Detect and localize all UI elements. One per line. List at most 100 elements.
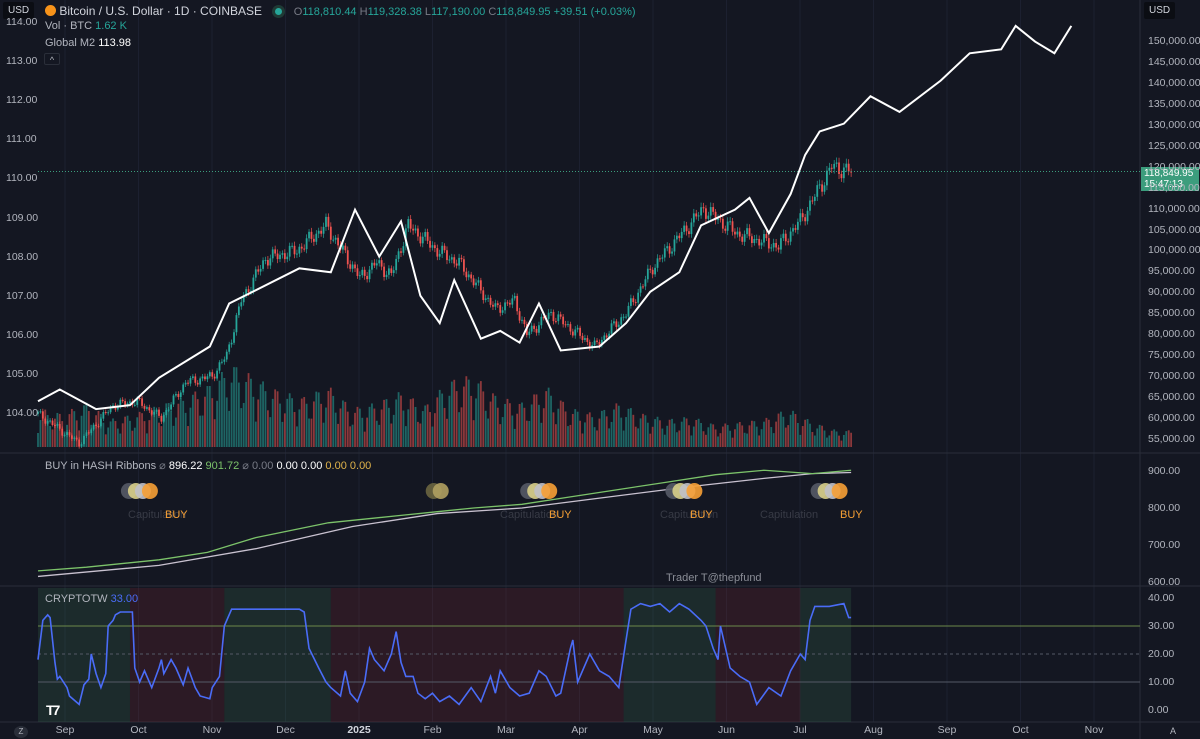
candle-body [146,407,148,409]
m2-value: 113.98 [98,37,132,49]
candle-body [538,325,540,333]
timezone-icon[interactable]: Z [14,726,28,738]
volume-bar [271,398,274,447]
volume-bar [714,429,717,447]
candle-body [264,260,267,262]
candle-body [431,245,434,248]
volume-bar [840,440,843,447]
candle-body [204,376,206,380]
volume-bar [654,419,656,447]
volume-bar [172,425,175,447]
volume-bar [291,398,293,447]
candle-body [337,237,339,246]
candle-body [322,226,325,234]
m2-legend[interactable]: Global M2 113.98 [45,37,131,49]
volume-bar [158,422,160,447]
price-axis-tick: 85,000.00 [1148,307,1195,320]
volume-bar [136,417,139,447]
tradingview-logo-icon[interactable]: T7 [46,702,60,718]
volume-bar [751,420,753,447]
volume-bar [325,407,327,447]
candle-body [528,331,531,336]
candle-body [358,275,361,277]
candle-body [175,394,177,396]
candle-body [838,162,840,174]
volume-bar [646,422,649,447]
candle-body [395,258,398,271]
volume-bar [392,414,395,447]
currency-right[interactable]: USD [1144,2,1176,19]
volume-bar [804,419,807,447]
candle-body [46,421,49,424]
volume-bar [697,418,700,447]
candle-body [155,409,158,412]
hash-legend[interactable]: BUY in HASH Ribbons ⌀ 896.22 901.72 ⌀ 0.… [45,459,371,472]
candle-body [160,415,163,422]
volume-bar [789,414,792,447]
candle-body [419,236,422,244]
volume-bar [342,400,344,447]
volume-bar [114,421,117,447]
candle-body [581,335,584,340]
volume-bar [70,408,73,447]
candle-body [138,398,141,400]
volume-bar [666,425,669,447]
candle-body [334,237,337,240]
volume-bar [470,395,473,447]
candle-body [75,437,78,440]
volume-bar [257,399,260,447]
volume-bar [833,429,836,447]
volume-bar [446,418,448,447]
auto-scale-icon[interactable]: A [1170,726,1176,736]
volume-bar [584,422,586,447]
chart-canvas[interactable] [0,0,1200,739]
volume-bar [484,410,487,447]
volume-bar [421,411,424,447]
volume-bar [332,395,335,447]
candle-body [39,411,42,413]
candle-body [639,286,642,293]
candle-body [286,256,289,260]
candle-body [494,303,497,307]
volume-bar [847,430,850,447]
collapse-legend-button[interactable]: ^ [44,53,60,65]
volume-bar [404,426,407,447]
volume-legend[interactable]: Vol · BTC 1.62 K [45,20,127,32]
volume-bar [358,408,361,447]
volume-bar [262,381,264,447]
candle-body [680,231,683,239]
candle-body [668,246,671,254]
candle-body [499,305,502,313]
watermark-text: Trader T@thepfund [666,572,762,584]
time-axis-tick: Nov [202,724,222,736]
volume-bar [196,399,199,447]
volume-bar [293,412,296,447]
buy-signal-label: BUY [690,509,713,521]
symbol-legend[interactable]: Bitcoin / U.S. Dollar · 1D · COINBASE O1… [45,4,636,18]
volume-bar [312,401,315,447]
candle-body [569,324,572,332]
candle-body [170,404,172,410]
volume-bar [603,409,606,447]
candle-body [845,163,848,168]
candle-body [78,439,81,447]
volume-bar [559,400,562,447]
candle-body [363,269,366,276]
open-value: 118,810.44 [302,6,357,18]
candle-body [489,297,492,305]
volume-bar [501,417,504,447]
candle-body [463,259,465,272]
volume-bar [378,424,381,447]
candle-body [288,245,291,257]
volume-bar [620,417,623,447]
candle-body [129,401,131,404]
volume-bar [685,418,688,447]
osc-legend[interactable]: CRYPTOTW 33.00 [45,593,138,605]
candle-body [237,306,240,316]
candle-body [414,228,417,231]
candle-body [216,370,218,379]
candle-body [187,382,189,384]
volume-bar [547,387,550,447]
candle-body [102,412,105,419]
volume-bar [247,373,250,447]
